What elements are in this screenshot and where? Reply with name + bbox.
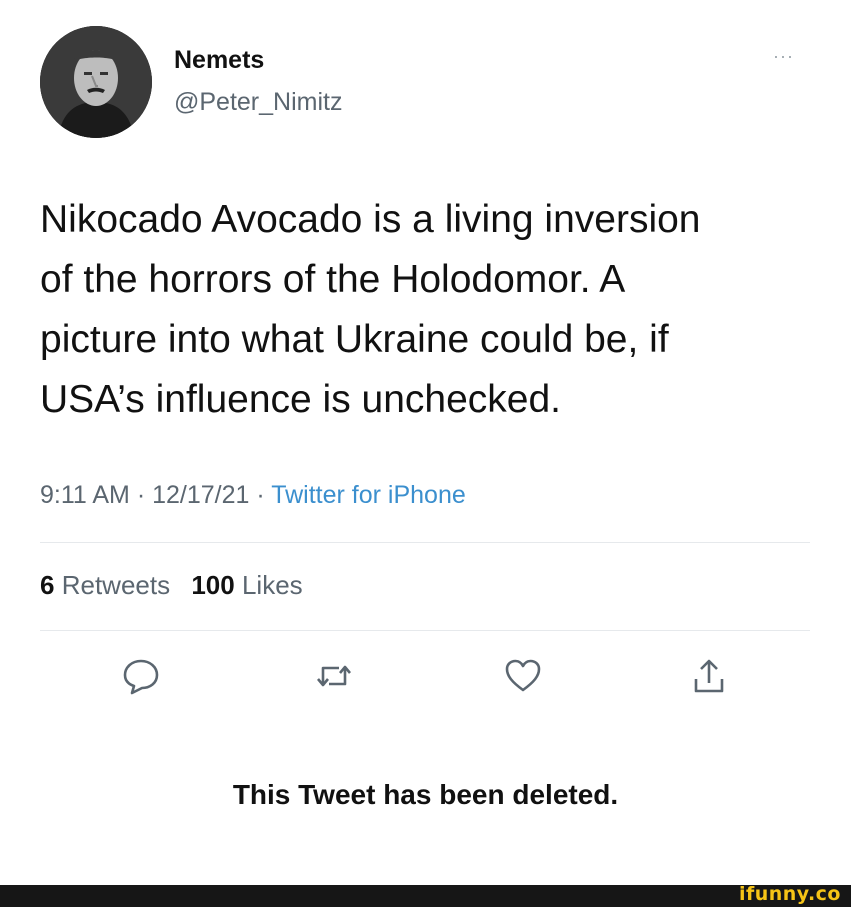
share-button[interactable] xyxy=(686,653,732,699)
speech-bubble-icon xyxy=(123,659,159,695)
display-name[interactable]: Nemets xyxy=(174,46,264,75)
avatar[interactable] xyxy=(40,26,152,138)
reply-button[interactable] xyxy=(118,653,164,699)
likes-label: Likes xyxy=(241,570,303,600)
user-handle[interactable]: @Peter_Nimitz xyxy=(174,88,342,117)
ifunny-watermark: ifunny.co xyxy=(738,883,841,905)
likes-stat[interactable]: 100 Likes xyxy=(191,570,302,600)
retweets-count: 6 xyxy=(40,570,55,600)
divider xyxy=(40,542,810,543)
tweet-time: 9:11 AM xyxy=(40,481,130,509)
tweet-text: Nikocado Avocado is a living inversion o… xyxy=(40,198,701,421)
likes-count: 100 xyxy=(191,570,235,600)
retweets-label: Retweets xyxy=(61,570,171,600)
retweet-button[interactable] xyxy=(311,653,357,699)
tweet-metadata: 9:11 AM · 12/17/21 · Twitter for iPhone xyxy=(40,481,466,510)
retweet-arrows-icon xyxy=(317,665,351,687)
deleted-notice: This Tweet has been deleted. xyxy=(232,779,619,810)
tweet-source-link[interactable]: Twitter for iPhone xyxy=(271,481,466,509)
share-upload-icon xyxy=(694,659,724,693)
retweets-stat[interactable]: 6 Retweets xyxy=(40,570,170,600)
meta-separator: · xyxy=(136,481,146,509)
tweet-date: 12/17/21 xyxy=(152,481,250,509)
divider xyxy=(40,630,810,631)
watermark-bar: ifunny.co xyxy=(0,883,851,907)
like-button[interactable] xyxy=(500,653,546,699)
meta-separator: · xyxy=(256,481,265,509)
portrait-avatar-icon xyxy=(40,26,152,138)
heart-icon xyxy=(505,659,541,692)
more-options-icon[interactable]: ··· xyxy=(773,46,794,67)
engagement-stats: 6 Retweets 100 Likes xyxy=(40,570,303,601)
tweet-card: Nemets @Peter_Nimitz ··· Nikocado Avocad… xyxy=(0,0,851,885)
